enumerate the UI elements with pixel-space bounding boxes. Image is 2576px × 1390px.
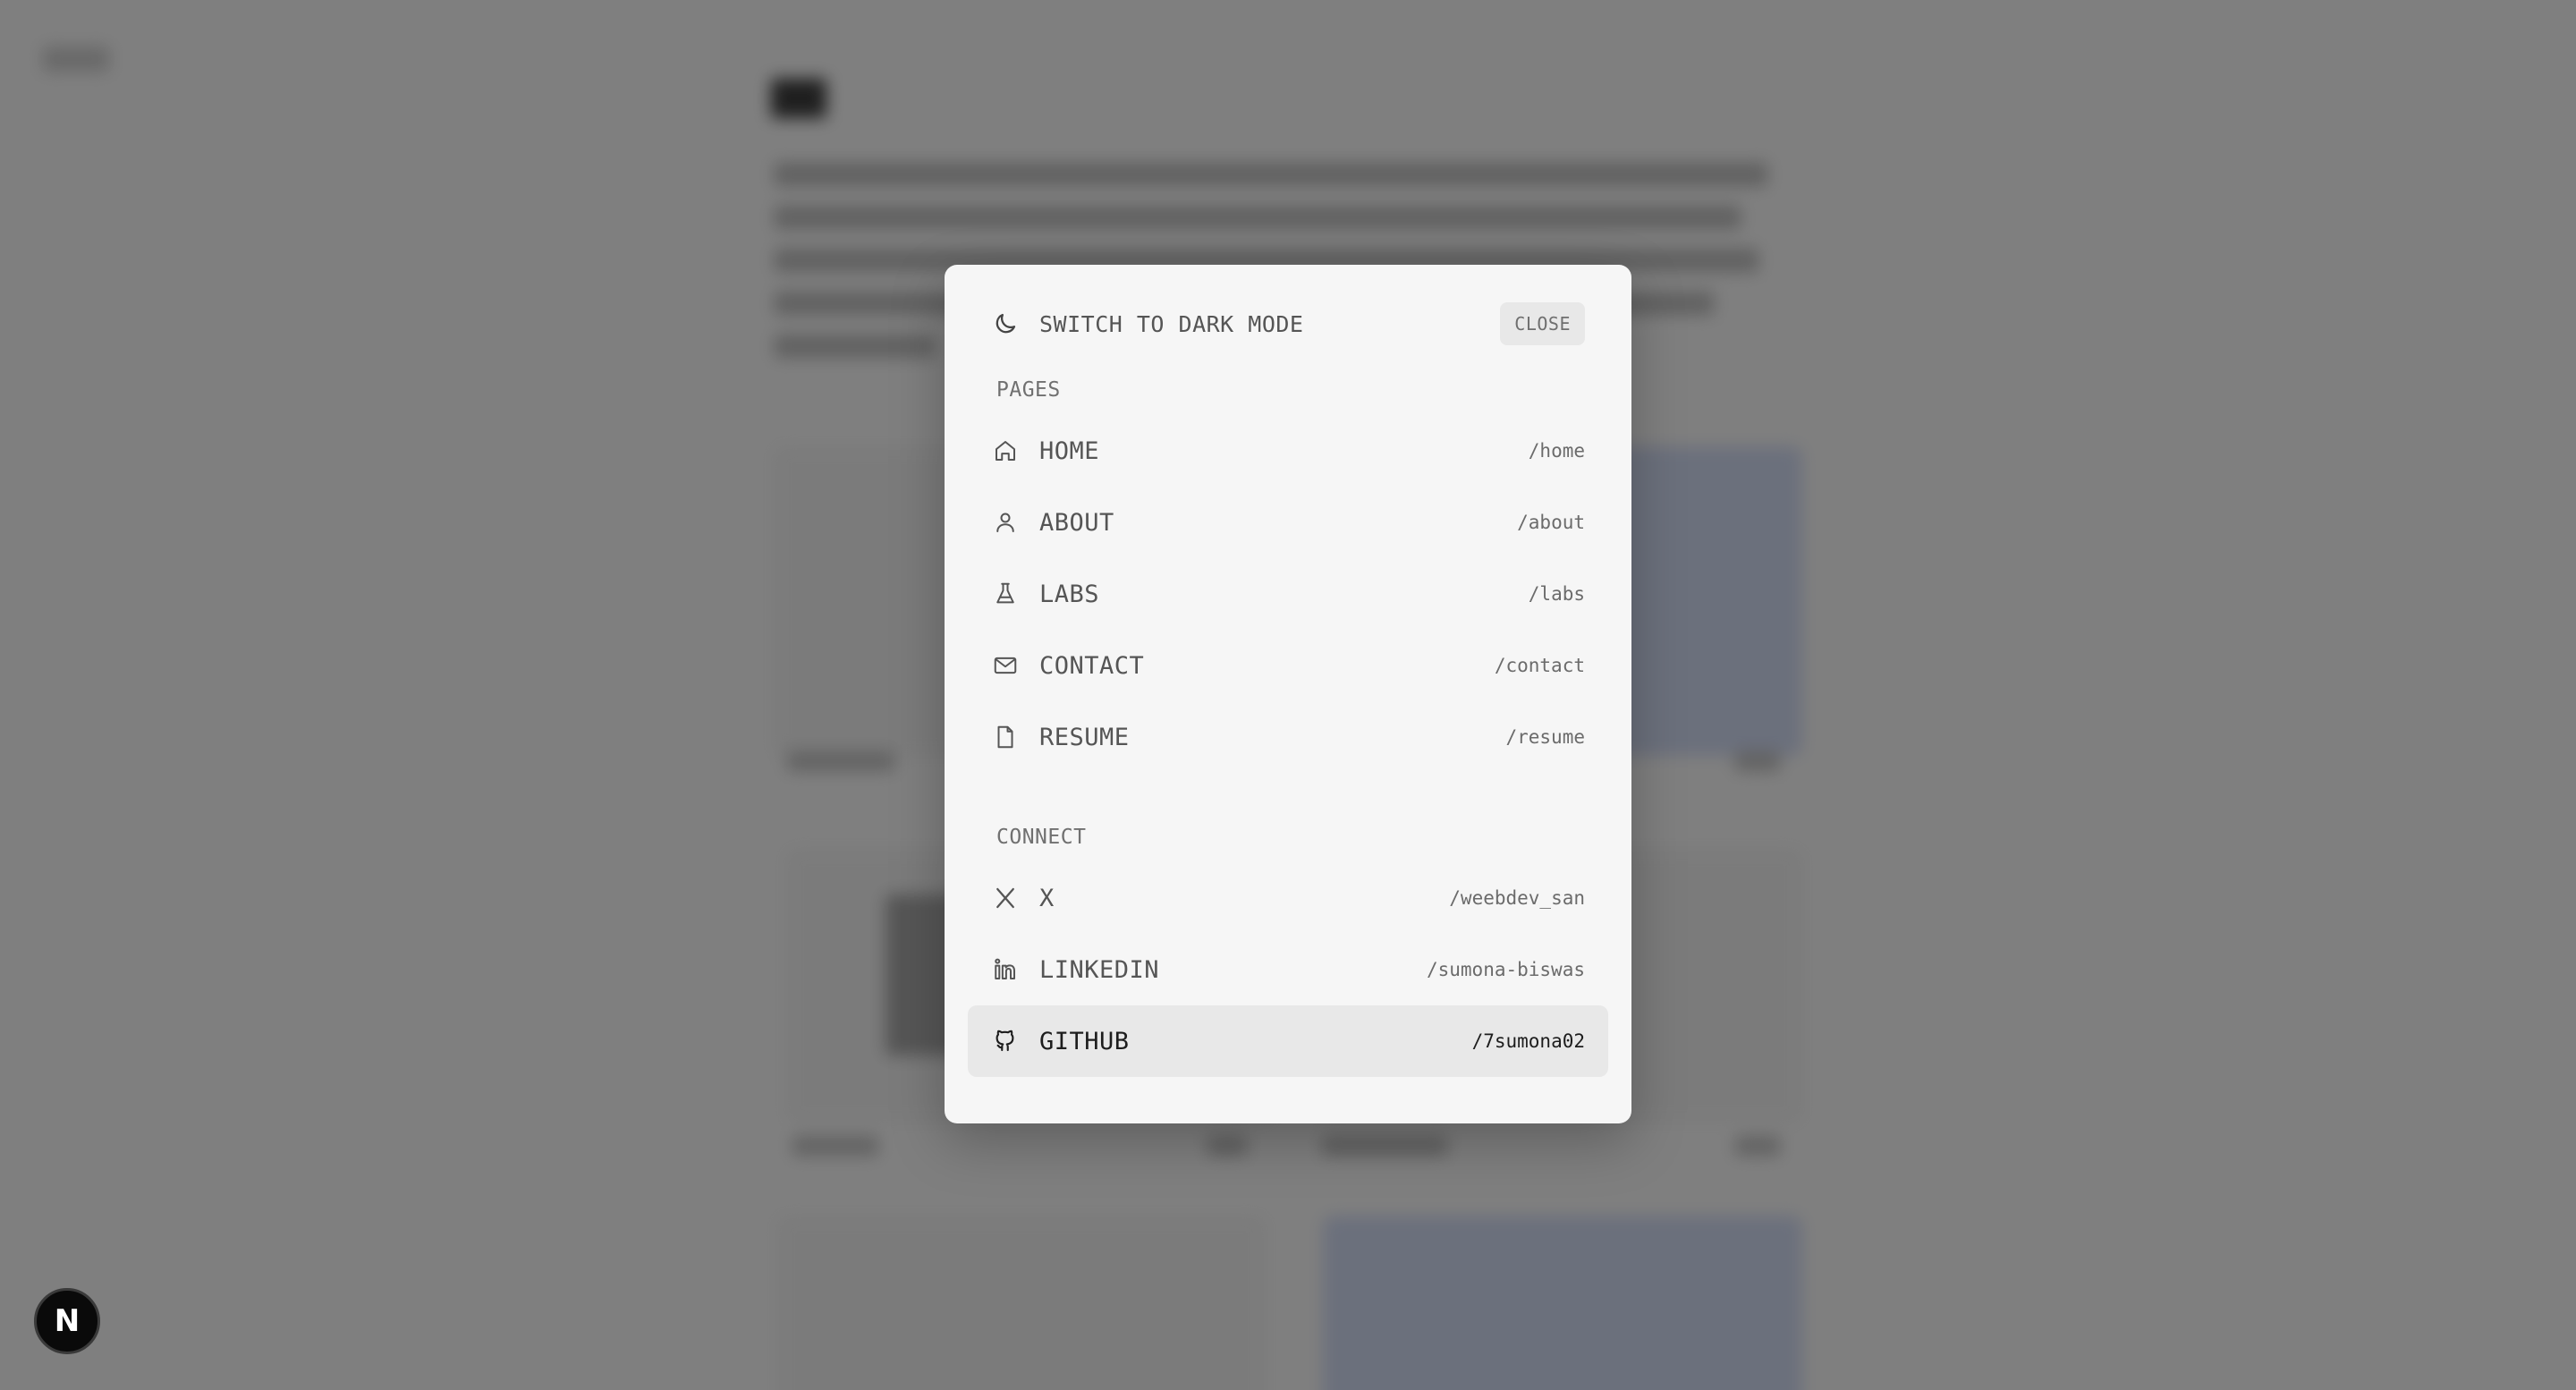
- command-palette: SWITCH TO DARK MODE CLOSE PAGES HOME /ho…: [945, 265, 1631, 1123]
- connect-item-label: X: [1039, 884, 1055, 912]
- nav-item-home[interactable]: HOME /home: [968, 415, 1608, 487]
- connect-item-handle: /7sumona02: [1471, 1030, 1585, 1052]
- nav-item-path: /home: [1528, 440, 1585, 462]
- nav-item-resume[interactable]: RESUME /resume: [968, 701, 1608, 773]
- file-icon: [991, 723, 1020, 751]
- connect-item-label: LINKEDIN: [1039, 955, 1160, 984]
- switch-theme-item[interactable]: SWITCH TO DARK MODE CLOSE: [968, 288, 1608, 360]
- nav-item-label: RESUME: [1039, 723, 1130, 751]
- nav-item-label: LABS: [1039, 580, 1100, 608]
- nav-item-path: /contact: [1494, 655, 1585, 676]
- home-icon: [991, 436, 1020, 465]
- nav-item-labs[interactable]: LABS /labs: [968, 558, 1608, 630]
- switch-theme-label: SWITCH TO DARK MODE: [1039, 310, 1304, 337]
- nav-item-path: /resume: [1505, 726, 1585, 748]
- connect-section-heading: CONNECT: [996, 826, 1087, 849]
- nav-item-about[interactable]: ABOUT /about: [968, 487, 1608, 558]
- nav-item-label: ABOUT: [1039, 508, 1114, 537]
- nav-item-label: HOME: [1039, 436, 1100, 465]
- github-icon: [991, 1027, 1020, 1055]
- nav-item-path: /labs: [1528, 583, 1585, 605]
- flask-icon: [991, 580, 1020, 608]
- linkedin-icon: [991, 955, 1020, 984]
- mail-icon: [991, 651, 1020, 680]
- pages-section-heading: PAGES: [996, 378, 1061, 402]
- close-button[interactable]: CLOSE: [1500, 302, 1585, 345]
- connect-item-label: GITHUB: [1039, 1027, 1130, 1055]
- user-icon: [991, 508, 1020, 537]
- x-logo-icon: [991, 884, 1020, 912]
- nav-item-label: CONTACT: [1039, 651, 1145, 680]
- nextjs-logo-letter: N: [54, 1303, 80, 1339]
- connect-item-github[interactable]: GITHUB /7sumona02: [968, 1005, 1608, 1077]
- connect-item-linkedin[interactable]: LINKEDIN /sumona-biswas: [968, 934, 1608, 1005]
- nav-item-contact[interactable]: CONTACT /contact: [968, 630, 1608, 701]
- nav-item-path: /about: [1517, 512, 1585, 533]
- connect-item-handle: /sumona-biswas: [1426, 959, 1585, 980]
- moon-icon: [991, 309, 1020, 338]
- nextjs-dev-badge[interactable]: N: [34, 1288, 100, 1354]
- connect-item-handle: /weebdev_san: [1449, 887, 1585, 909]
- connect-item-x[interactable]: X /weebdev_san: [968, 862, 1608, 934]
